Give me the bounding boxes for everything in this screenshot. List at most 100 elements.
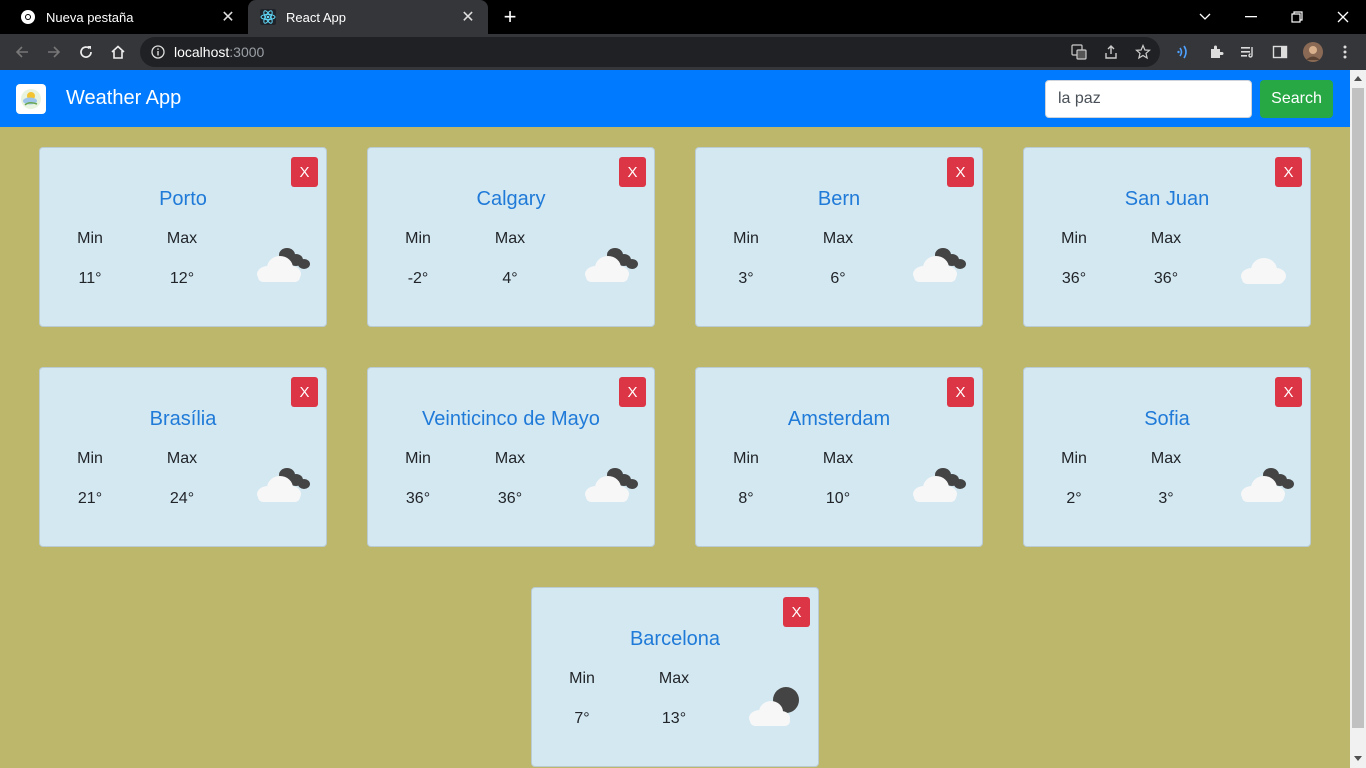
- app-logo[interactable]: [16, 84, 46, 114]
- max-label: Max: [166, 450, 198, 467]
- home-icon[interactable]: [106, 40, 130, 64]
- page-scrollbar[interactable]: [1350, 70, 1366, 768]
- remove-city-button[interactable]: X: [1275, 377, 1302, 407]
- min-temp: 2°: [1066, 490, 1082, 507]
- city-card: X Sofia Min Max 2° 3°: [1023, 367, 1311, 547]
- chrome-icon: [20, 9, 36, 25]
- city-name: Sofia: [1144, 408, 1190, 430]
- tab-search-icon[interactable]: [1182, 0, 1228, 34]
- profile-avatar[interactable]: [1303, 42, 1323, 62]
- new-tab-button[interactable]: +: [498, 4, 522, 29]
- city-card: X Porto Min Max 11° 12°: [39, 147, 327, 327]
- cloud-icon: [1238, 244, 1300, 290]
- min-temp: 21°: [77, 490, 103, 507]
- reload-icon[interactable]: [74, 40, 98, 64]
- tab-react-app[interactable]: React App ✕: [248, 0, 488, 34]
- scroll-down-arrow-icon[interactable]: [1354, 756, 1362, 761]
- city-search-input[interactable]: [1045, 80, 1252, 118]
- city-name: Bern: [817, 188, 861, 210]
- cloudy-night-icon: [1238, 464, 1300, 510]
- url-port: :3000: [229, 44, 265, 60]
- page-viewport: Weather App Search X Porto Min Max 11° 12° X Ca…: [0, 70, 1350, 768]
- min-temp: 7°: [574, 710, 590, 727]
- scroll-thumb[interactable]: [1352, 88, 1364, 728]
- remove-city-button[interactable]: X: [947, 377, 974, 407]
- min-label: Min: [77, 230, 103, 247]
- max-label: Max: [1150, 230, 1182, 247]
- share-icon[interactable]: [1102, 43, 1120, 61]
- bookmark-star-icon[interactable]: [1134, 43, 1152, 61]
- min-label: Min: [1061, 230, 1087, 247]
- remove-city-button[interactable]: X: [1275, 157, 1302, 187]
- forward-icon[interactable]: [42, 40, 66, 64]
- close-tab-icon[interactable]: ✕: [458, 7, 478, 27]
- media-wave-icon[interactable]: [1175, 43, 1193, 61]
- max-label: Max: [822, 230, 854, 247]
- min-label: Min: [405, 450, 431, 467]
- side-panel-icon[interactable]: [1271, 43, 1289, 61]
- city-name: Porto: [159, 188, 207, 210]
- max-label: Max: [166, 230, 198, 247]
- partly-cloudy-night-icon: [746, 684, 808, 730]
- remove-city-button[interactable]: X: [619, 157, 646, 187]
- city-name: Amsterdam: [787, 408, 891, 430]
- close-tab-icon[interactable]: ✕: [218, 7, 238, 27]
- browser-tab-strip: Nueva pestaña ✕ React App ✕ +: [0, 0, 1366, 34]
- max-label: Max: [494, 450, 526, 467]
- max-temp: 36°: [497, 490, 523, 507]
- min-temp: 8°: [738, 490, 754, 507]
- restore-icon[interactable]: [1274, 0, 1320, 34]
- search-button[interactable]: Search: [1260, 80, 1333, 118]
- city-name: Calgary: [476, 188, 546, 210]
- cloudy-night-icon: [254, 244, 316, 290]
- more-menu-icon[interactable]: [1336, 43, 1354, 61]
- city-card: X Brasília Min Max 21° 24°: [39, 367, 327, 547]
- min-temp: 36°: [405, 490, 431, 507]
- tab-nueva-pestana[interactable]: Nueva pestaña ✕: [8, 0, 248, 34]
- minimize-icon[interactable]: [1228, 0, 1274, 34]
- cloudy-night-icon: [910, 244, 972, 290]
- react-icon: [260, 9, 276, 25]
- cloudy-night-icon: [582, 244, 644, 290]
- media-queue-icon[interactable]: [1239, 43, 1257, 61]
- max-temp: 36°: [1153, 270, 1179, 287]
- min-temp: 3°: [738, 270, 754, 287]
- min-label: Min: [77, 450, 103, 467]
- min-label: Min: [733, 450, 759, 467]
- scroll-up-arrow-icon[interactable]: [1354, 76, 1362, 81]
- max-label: Max: [822, 450, 854, 467]
- tab-label: React App: [286, 9, 346, 25]
- cloudy-night-icon: [582, 464, 644, 510]
- cloudy-night-icon: [910, 464, 972, 510]
- max-temp: 12°: [169, 270, 195, 287]
- remove-city-button[interactable]: X: [783, 597, 810, 627]
- city-card: X San Juan Min Max 36° 36°: [1023, 147, 1311, 327]
- max-temp: 6°: [830, 270, 846, 287]
- translate-icon[interactable]: [1070, 43, 1088, 61]
- app-navbar: Weather App Search: [0, 70, 1350, 127]
- min-label: Min: [733, 230, 759, 247]
- site-info-icon[interactable]: [150, 44, 166, 60]
- city-name: Barcelona: [629, 628, 721, 650]
- min-label: Min: [569, 670, 595, 687]
- url-text: localhost:3000: [174, 44, 264, 60]
- city-card: X Barcelona Min Max 7° 13°: [531, 587, 819, 767]
- city-name: San Juan: [1124, 188, 1210, 210]
- tab-label: Nueva pestaña: [46, 9, 134, 25]
- url-host: localhost: [174, 44, 230, 60]
- address-bar[interactable]: localhost:3000: [140, 37, 1160, 67]
- min-label: Min: [1061, 450, 1087, 467]
- min-temp: 11°: [78, 270, 102, 287]
- remove-city-button[interactable]: X: [291, 377, 318, 407]
- max-temp: 24°: [169, 490, 195, 507]
- app-title[interactable]: Weather App: [66, 87, 181, 110]
- close-window-icon[interactable]: [1320, 0, 1366, 34]
- max-temp: 4°: [502, 270, 518, 287]
- extensions-icon[interactable]: [1207, 43, 1225, 61]
- remove-city-button[interactable]: X: [291, 157, 318, 187]
- remove-city-button[interactable]: X: [947, 157, 974, 187]
- max-label: Max: [494, 230, 526, 247]
- remove-city-button[interactable]: X: [619, 377, 646, 407]
- back-icon[interactable]: [10, 40, 34, 64]
- city-card: X Veinticinco de Mayo Min Max 36° 36°: [367, 367, 655, 547]
